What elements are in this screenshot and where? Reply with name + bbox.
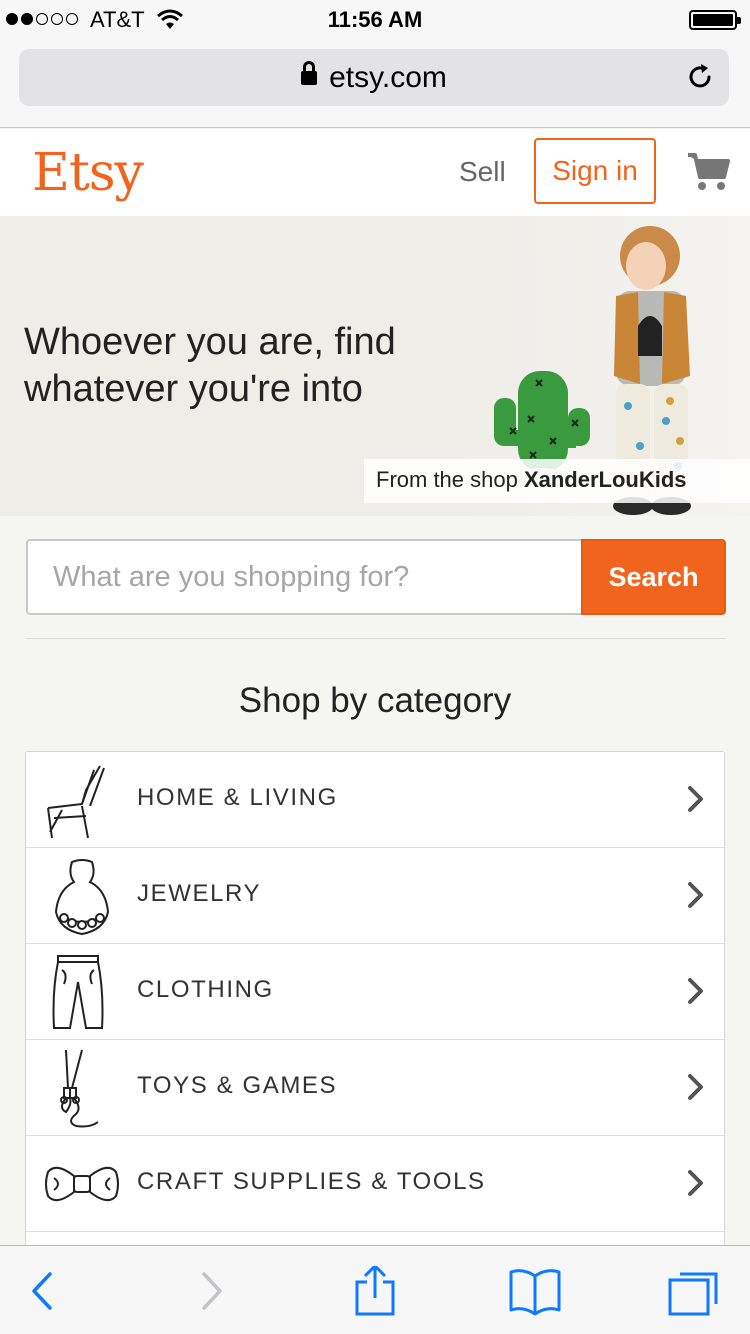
sign-in-button[interactable]: Sign in bbox=[534, 138, 656, 204]
hero-banner[interactable]: Whoever you are, find whatever you're in… bbox=[0, 216, 750, 516]
chevron-right-icon bbox=[688, 978, 703, 1004]
bow-tie-icon bbox=[45, 1166, 119, 1202]
share-icon[interactable] bbox=[347, 1266, 403, 1316]
hero-shop-name[interactable]: XanderLouKids bbox=[524, 467, 687, 492]
pants-icon bbox=[52, 955, 104, 1029]
chevron-right-icon bbox=[688, 1074, 703, 1100]
battery-icon bbox=[689, 10, 741, 30]
hero-heading: Whoever you are, find whatever you're in… bbox=[24, 321, 396, 410]
divider bbox=[26, 638, 726, 639]
back-icon[interactable] bbox=[18, 1266, 74, 1316]
url-text: etsy.com bbox=[329, 61, 447, 94]
chevron-right-icon bbox=[688, 882, 703, 908]
category-home-living[interactable]: HOME & LIVING bbox=[26, 752, 724, 848]
category-craft-supplies-tools[interactable]: CRAFT SUPPLIES & TOOLS bbox=[26, 1136, 724, 1232]
page: AT&T 11:56 AM etsy.com Etsy Sell Sign in bbox=[0, 0, 750, 1334]
browser-address-area: etsy.com bbox=[0, 40, 750, 128]
site-header: Etsy Sell Sign in bbox=[0, 129, 750, 216]
lock-icon bbox=[301, 61, 318, 85]
forward-icon[interactable] bbox=[184, 1266, 240, 1316]
reload-icon[interactable] bbox=[685, 62, 715, 92]
section-title: Shop by category bbox=[238, 681, 512, 720]
chevron-right-icon bbox=[688, 786, 703, 812]
status-time: 11:56 AM bbox=[327, 7, 423, 32]
hero-shop-credit[interactable]: From the shop XanderLouKids bbox=[364, 459, 750, 503]
address-bar[interactable]: etsy.com bbox=[19, 49, 729, 106]
category-jewelry[interactable]: JEWELRY bbox=[26, 848, 724, 944]
tabs-icon[interactable] bbox=[666, 1266, 722, 1316]
chevron-right-icon bbox=[688, 1170, 703, 1196]
etsy-logo[interactable]: Etsy bbox=[32, 143, 144, 203]
browser-toolbar bbox=[0, 1245, 750, 1334]
category-list: HOME & LIVING JEWELRY CLOTHING TOYS & GA… bbox=[25, 751, 725, 1251]
status-bar: AT&T 11:56 AM bbox=[0, 0, 750, 40]
search-button[interactable]: Search bbox=[581, 539, 726, 615]
bookmarks-icon[interactable] bbox=[507, 1266, 563, 1316]
search-input[interactable] bbox=[26, 539, 582, 615]
cart-icon[interactable] bbox=[686, 151, 730, 193]
chair-icon bbox=[47, 765, 105, 839]
jump-rope-icon bbox=[60, 1049, 99, 1128]
category-toys-games[interactable]: TOYS & GAMES bbox=[26, 1040, 724, 1136]
necklace-icon bbox=[54, 859, 110, 936]
sell-link[interactable]: Sell bbox=[459, 156, 506, 188]
category-clothing[interactable]: CLOTHING bbox=[26, 944, 724, 1040]
